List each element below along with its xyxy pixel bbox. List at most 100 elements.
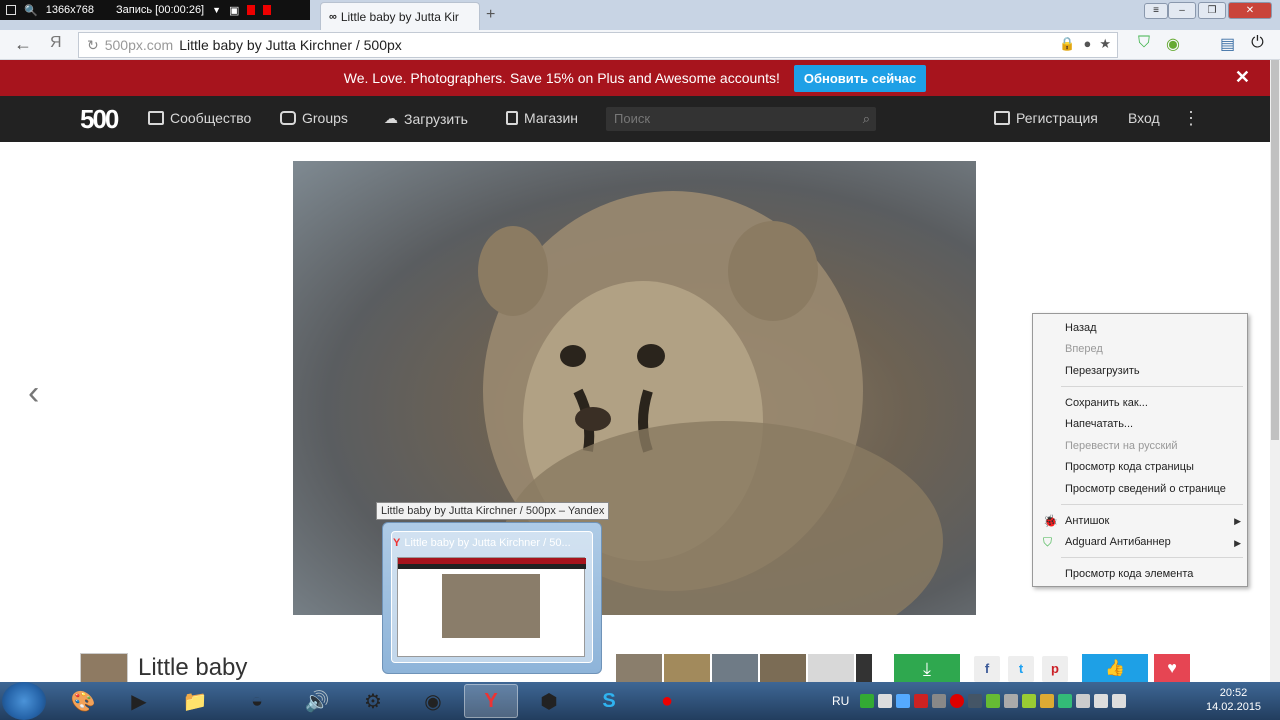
new-tab-button[interactable]: + [486,6,495,24]
adguard-shield-icon[interactable]: ⛉ [1138,34,1150,54]
tray-app-icon[interactable] [1040,694,1054,708]
nav-item-community[interactable]: Сообщество [148,110,251,126]
camera-icon[interactable]: ▣ [229,4,239,17]
twitter-share-icon[interactable]: t [1008,656,1034,682]
thumbnail-strip [616,654,872,684]
taskbar-app-yandex-browser-icon[interactable]: Y [464,684,518,718]
browser-tab[interactable]: ∞ Little baby by Jutta Kir [320,2,480,30]
preview-title-text: Little baby by Jutta Kirchner / 50... [404,537,571,549]
register-link[interactable]: Регистрация [994,110,1098,126]
stop-icon[interactable] [263,5,272,15]
taskbar-app-network-icon[interactable]: ◒ [230,684,284,718]
tray-app-icon[interactable] [1004,694,1018,708]
close-window-button[interactable]: ✕ [1228,2,1272,19]
favorite-button[interactable]: ♥ [1154,654,1190,684]
pause-icon[interactable] [247,5,256,15]
bookmark-star-icon[interactable]: ★ [1099,36,1111,52]
tray-app-icon[interactable] [1022,694,1036,708]
tray-nvidia-icon[interactable] [986,694,1000,708]
pinterest-share-icon[interactable]: p [1042,656,1068,682]
taskbar-app-audio-icon[interactable]: 🔊 [290,684,344,718]
facebook-share-icon[interactable]: f [974,656,1000,682]
thumbnail[interactable] [712,654,758,684]
submenu-arrow-icon: ▶ [1234,516,1241,526]
avatar[interactable] [80,653,128,685]
thumbnail[interactable] [616,654,662,684]
tray-check-icon[interactable] [860,694,874,708]
yandex-browser-icon: Y [393,537,401,549]
nav-item-upload[interactable]: ☁ Загрузить [384,110,468,127]
more-options-icon[interactable]: ⋮ [1182,108,1200,129]
clock-time: 20:52 [1219,687,1248,699]
context-menu: Назад Вперед Перезагрузить Сохранить как… [1032,313,1248,587]
recorder-window-icon[interactable] [6,5,16,15]
extension-icon[interactable]: ◉ [1166,34,1180,54]
previous-photo-arrow[interactable]: ‹ [28,374,39,413]
lightbulb-icon[interactable]: ● [1083,36,1091,52]
login-link[interactable]: Вход [1128,110,1160,126]
taskbar-app-chrome-icon[interactable]: ◉ [406,684,460,718]
reload-icon[interactable]: ↻ [87,37,99,54]
500px-logo[interactable]: 500 [80,104,119,135]
taskbar-app-explorer-icon[interactable]: 📁 [168,684,222,718]
context-menu-print[interactable]: Напечатать... [1065,414,1133,434]
language-indicator[interactable]: RU [832,694,856,708]
thumbnail-next-arrow[interactable] [856,654,872,684]
magnifier-icon[interactable]: 🔍 [24,4,38,17]
downloads-icon[interactable]: ▤ [1220,34,1235,54]
tray-app-icon[interactable] [878,694,892,708]
system-clock[interactable]: 20:52 14.02.2015 [1206,686,1261,714]
thumbnail[interactable] [664,654,710,684]
page-scrollbar[interactable] [1270,60,1280,682]
thumbnail[interactable] [760,654,806,684]
search-input[interactable]: Поиск ⌕ [606,107,876,131]
volume-icon[interactable] [1112,694,1126,708]
context-menu-page-info[interactable]: Просмотр сведений о странице [1065,479,1226,499]
nav-item-label: Сообщество [170,110,252,126]
nav-item-groups[interactable]: Groups [280,110,348,126]
download-button[interactable]: ⤓ [894,654,960,684]
back-arrow-icon[interactable]: ← [14,34,32,55]
tray-network-icon[interactable] [896,694,910,708]
taskbar-app-steam-icon[interactable]: ⚙ [346,684,400,718]
tray-steam-icon[interactable] [968,694,982,708]
taskbar-app-skype-icon[interactable]: S [582,684,636,718]
taskbar-tooltip: Little baby by Jutta Kirchner / 500px – … [376,502,610,520]
context-menu-save-as[interactable]: Сохранить как... [1065,393,1148,413]
dropdown-icon[interactable]: ▼ [212,5,221,15]
tray-pdf-icon[interactable] [914,694,928,708]
search-icon[interactable]: ⌕ [863,107,870,131]
network-icon[interactable] [1094,694,1108,708]
tray-shield-icon[interactable] [1058,694,1072,708]
taskbar-app-recorder-icon[interactable]: ● [640,684,694,718]
url-input[interactable]: ↻ 500px.com Little baby by Jutta Kirchne… [78,32,1118,58]
close-icon[interactable]: ✕ [1235,67,1250,88]
upgrade-button[interactable]: Обновить сейчас [793,64,927,92]
minimize-button[interactable]: – [1168,2,1196,19]
promo-text: We. Love. Photographers. Save 15% on Plu… [343,70,780,86]
taskbar-app-media-player-icon[interactable]: ▶ [112,684,166,718]
taskbar-window-preview[interactable]: Y Little baby by Jutta Kirchner / 50... [382,522,602,674]
scrollbar-thumb[interactable] [1271,60,1279,440]
lock-icon[interactable]: 🔒 [1059,36,1075,52]
taskbar-app-picasa-icon[interactable]: 🎨 [56,684,110,718]
taskbar-app-game-icon[interactable]: ⬢ [522,684,576,718]
context-menu-view-source[interactable]: Просмотр кода страницы [1065,457,1194,477]
context-menu-inspect[interactable]: Просмотр кода элемента [1065,564,1193,584]
start-button[interactable] [2,682,46,720]
context-menu-reload[interactable]: Перезагрузить [1065,361,1140,381]
maximize-button[interactable]: ❐ [1198,2,1226,19]
like-button[interactable]: 👍 [1082,654,1148,684]
yandex-logo[interactable]: Я [50,34,62,52]
power-icon[interactable]: ⏻ [1251,34,1264,54]
preview-thumbnail [397,557,586,657]
thumbnail[interactable] [808,654,854,684]
flag-icon[interactable] [1076,694,1090,708]
menu-icon[interactable]: ≡ [1144,3,1168,19]
context-menu-antishock[interactable]: Антишок [1065,511,1109,531]
tray-record-icon[interactable] [950,694,964,708]
nav-item-store[interactable]: Магазин [506,110,578,126]
tray-app-icon[interactable] [932,694,946,708]
context-menu-back[interactable]: Назад [1065,318,1097,338]
context-menu-adguard[interactable]: Adguard Антибаннер [1065,532,1171,552]
